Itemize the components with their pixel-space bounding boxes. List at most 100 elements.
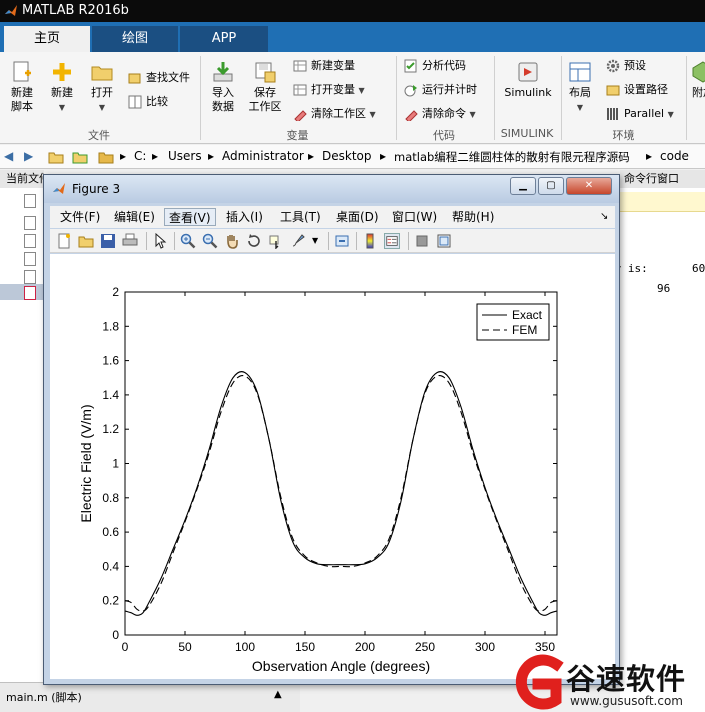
- new-button[interactable]: 新建 ▼: [44, 60, 80, 115]
- x-axis-label: Observation Angle (degrees): [252, 658, 430, 674]
- open-folder-icon: [91, 66, 113, 81]
- preferences-button[interactable]: 预设: [606, 56, 646, 76]
- details-chevron-icon[interactable]: ▲: [274, 689, 282, 700]
- hide-plot-tools-icon[interactable]: [414, 233, 430, 249]
- new-script-label: 新建 脚本: [11, 86, 33, 113]
- legend-toggle-icon[interactable]: [384, 233, 400, 249]
- menu-window[interactable]: 窗口(W): [388, 208, 441, 226]
- brush-icon[interactable]: [290, 233, 306, 249]
- breadcrumb-desktop[interactable]: Desktop: [322, 149, 372, 163]
- y-tick-label: 1.4: [102, 388, 119, 402]
- import-data-button[interactable]: 导入 数据: [205, 60, 241, 114]
- pan-hand-icon[interactable]: [224, 233, 240, 249]
- addons-button[interactable]: 附加: [688, 60, 705, 100]
- layout-label: 布局: [569, 86, 591, 99]
- forward-arrow-icon[interactable]: ▶: [24, 149, 33, 163]
- menu-help[interactable]: 帮助(H): [448, 208, 498, 226]
- edit-plot-arrow-icon[interactable]: [152, 233, 168, 249]
- toolbar-separator: [174, 232, 175, 250]
- up-folder-icon[interactable]: [48, 149, 64, 165]
- analyze-code-label: 分析代码: [422, 59, 466, 72]
- file-icon[interactable]: [24, 216, 36, 230]
- tab-apps[interactable]: APP: [180, 26, 268, 52]
- breadcrumb-users[interactable]: Users: [168, 149, 202, 163]
- breadcrumb-administrator[interactable]: Administrator: [222, 149, 304, 163]
- x-tick-label: 250: [415, 640, 435, 654]
- open-button[interactable]: 打开 ▼: [84, 60, 120, 115]
- selected-file-row[interactable]: [0, 284, 44, 300]
- layout-caret-icon: ▼: [576, 103, 584, 112]
- browse-folder-icon[interactable]: [72, 149, 88, 165]
- new-variable-icon: [293, 60, 307, 72]
- analyze-code-icon: [404, 59, 417, 73]
- menu-file[interactable]: 文件(F): [56, 208, 104, 226]
- run-and-time-label: 运行并计时: [422, 83, 477, 96]
- rotate-3d-icon[interactable]: [246, 233, 262, 249]
- breadcrumb-drive[interactable]: C:: [134, 149, 146, 163]
- open-variable-button[interactable]: 打开变量 ▼: [293, 80, 365, 100]
- colorbar-icon[interactable]: [362, 233, 378, 249]
- file-icon[interactable]: [24, 194, 36, 208]
- path-separator-icon: ▸: [308, 149, 315, 163]
- minimize-button[interactable]: ▁: [510, 177, 536, 195]
- file-icon[interactable]: [24, 234, 36, 248]
- back-arrow-icon[interactable]: ◀: [4, 149, 13, 163]
- toolbar-separator: [408, 232, 409, 250]
- menu-desktop[interactable]: 桌面(D): [332, 208, 383, 226]
- m-file-icon[interactable]: [24, 286, 36, 300]
- open-dropdown-caret-icon: ▼: [98, 103, 106, 112]
- file-icon[interactable]: [24, 270, 36, 284]
- path-separator-icon: ▸: [380, 149, 387, 163]
- new-figure-icon[interactable]: [56, 233, 72, 249]
- new-script-button[interactable]: 新建 脚本: [4, 60, 40, 114]
- maximize-button[interactable]: ▢: [538, 177, 564, 195]
- find-files-button[interactable]: 查找文件: [128, 68, 190, 88]
- set-path-button[interactable]: 设置路径: [606, 80, 668, 100]
- zoom-in-icon[interactable]: [180, 233, 196, 249]
- menu-insert[interactable]: 插入(I): [222, 208, 267, 226]
- import-data-icon: [213, 62, 233, 82]
- menu-dock-arrow-icon[interactable]: ↘: [596, 208, 612, 226]
- clear-commands-button[interactable]: 清除命令 ▼: [404, 104, 476, 124]
- zoom-out-icon[interactable]: [202, 233, 218, 249]
- command-output-value: 60: [692, 262, 705, 275]
- breadcrumb-project-folder[interactable]: matlab编程二维圆柱体的散射有限元程序源码: [394, 149, 630, 165]
- tab-plots[interactable]: 绘图: [92, 26, 178, 52]
- new-variable-button[interactable]: 新建变量: [293, 56, 355, 76]
- figure-title-bar[interactable]: Figure 3 ▁ ▢ ✕: [44, 175, 619, 203]
- parallel-button[interactable]: Parallel ▼: [606, 104, 674, 124]
- file-icon[interactable]: [24, 252, 36, 266]
- layout-icon: [569, 62, 591, 82]
- show-plot-tools-icon[interactable]: [436, 233, 452, 249]
- layout-button[interactable]: 布局 ▼: [564, 60, 596, 115]
- link-plot-icon[interactable]: [334, 233, 350, 249]
- compare-label: 比较: [146, 95, 168, 108]
- open-variable-caret-icon: ▼: [358, 86, 365, 95]
- print-icon[interactable]: [122, 233, 138, 249]
- watermark-text: 谷速软件: [566, 662, 687, 696]
- close-button[interactable]: ✕: [566, 177, 612, 195]
- menu-edit[interactable]: 编辑(E): [110, 208, 159, 226]
- menu-tools[interactable]: 工具(T): [276, 208, 325, 226]
- analyze-code-button[interactable]: 分析代码: [404, 56, 466, 76]
- tab-home[interactable]: 主页: [4, 26, 90, 52]
- run-and-time-button[interactable]: 运行并计时: [404, 80, 477, 100]
- figure-title: Figure 3: [72, 182, 121, 196]
- parallel-caret-icon: ▼: [667, 110, 674, 119]
- save-workspace-icon: [255, 62, 276, 83]
- data-cursor-icon[interactable]: [268, 233, 284, 249]
- command-window-title: 命令行窗口: [624, 172, 679, 185]
- simulink-button[interactable]: Simulink: [500, 60, 556, 100]
- save-icon[interactable]: [100, 233, 116, 249]
- breadcrumb-code[interactable]: code: [660, 149, 689, 163]
- open-file-icon[interactable]: [78, 233, 94, 249]
- menu-view[interactable]: 查看(V): [164, 208, 216, 226]
- y-tick-label: 0.4: [102, 559, 119, 573]
- selected-file-details: main.m (脚本): [6, 691, 82, 704]
- save-workspace-button[interactable]: 保存 工作区: [245, 60, 285, 114]
- brush-dropdown-caret-icon[interactable]: ▼: [312, 233, 328, 249]
- legend-entry: FEM: [512, 323, 537, 337]
- compare-button[interactable]: 比较: [128, 92, 168, 112]
- clear-workspace-button[interactable]: 清除工作区 ▼: [293, 104, 376, 124]
- variable-group-label: 变量: [286, 129, 309, 142]
